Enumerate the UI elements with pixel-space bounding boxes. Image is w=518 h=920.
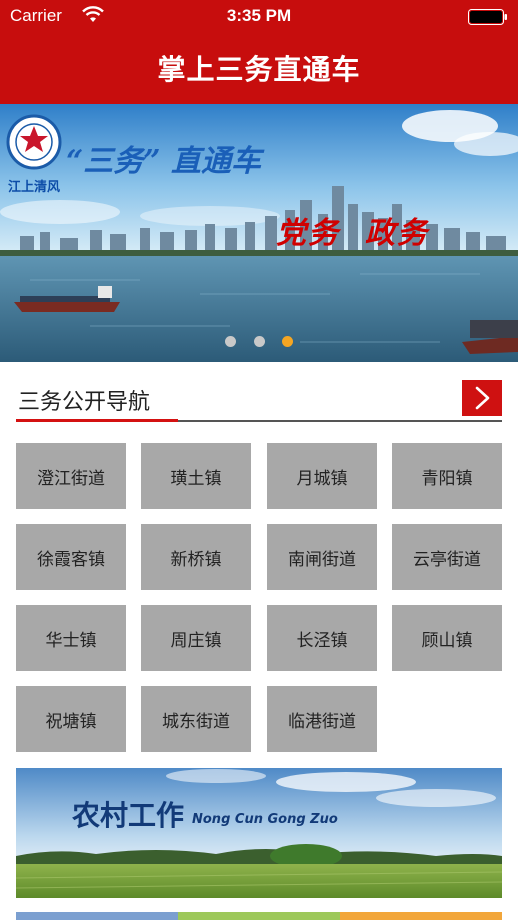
- town-tile[interactable]: 周庄镇: [141, 605, 251, 671]
- nav-section-title: 三务公开导航: [18, 390, 151, 415]
- carousel-dot-1[interactable]: [225, 336, 237, 347]
- carousel-indicator[interactable]: [0, 332, 518, 351]
- nav-more-button[interactable]: [462, 380, 502, 416]
- next-banner-peek[interactable]: [16, 912, 502, 920]
- peek-segment: [16, 912, 178, 920]
- banner-carousel[interactable]: 江上清风 “三务” 直通车 党务 政务: [0, 104, 518, 362]
- peek-segment: [340, 912, 502, 920]
- town-tile[interactable]: 城东街道: [141, 686, 251, 752]
- banner-tagline: 党务 政务: [276, 216, 429, 251]
- app-header: Carrier 3:35 PM 掌上三务直通车: [0, 0, 518, 104]
- town-tile[interactable]: 璜土镇: [141, 443, 251, 509]
- rural-banner-subtitle: Nong Cun Gong Zuo: [192, 812, 338, 827]
- carousel-dot-2[interactable]: [253, 336, 265, 347]
- town-tile[interactable]: 祝塘镇: [16, 686, 126, 752]
- rural-work-banner[interactable]: 农村工作 Nong Cun Gong Zuo: [16, 768, 502, 898]
- chevron-right-icon: [475, 386, 490, 410]
- carousel-dot-3[interactable]: [281, 336, 293, 347]
- town-tile[interactable]: 顾山镇: [392, 605, 502, 671]
- battery-icon: [468, 9, 508, 25]
- status-bar: Carrier 3:35 PM: [0, 0, 518, 34]
- town-tile[interactable]: 临港街道: [267, 686, 377, 752]
- banner-logo-text: 江上清风: [8, 180, 61, 195]
- rural-banner-title: 农村工作: [72, 799, 185, 832]
- town-tile[interactable]: 澄江街道: [16, 443, 126, 509]
- page-title: 掌上三务直通车: [157, 53, 361, 86]
- banner-slogan: “三务” 直通车: [66, 144, 261, 179]
- town-tile[interactable]: 青阳镇: [392, 443, 502, 509]
- status-time: 3:35 PM: [226, 6, 292, 25]
- town-tile[interactable]: 华士镇: [16, 605, 126, 671]
- town-tile[interactable]: 月城镇: [267, 443, 377, 509]
- town-tile[interactable]: 长泾镇: [267, 605, 377, 671]
- town-tile[interactable]: 云亭街道: [392, 524, 502, 590]
- nav-section-header: 三务公开导航: [16, 376, 502, 424]
- town-tile[interactable]: 新桥镇: [141, 524, 251, 590]
- town-tile[interactable]: 南闸街道: [267, 524, 377, 590]
- divider-accent: [16, 419, 178, 422]
- town-tile[interactable]: 徐霞客镇: [16, 524, 126, 590]
- peek-segment: [178, 912, 340, 920]
